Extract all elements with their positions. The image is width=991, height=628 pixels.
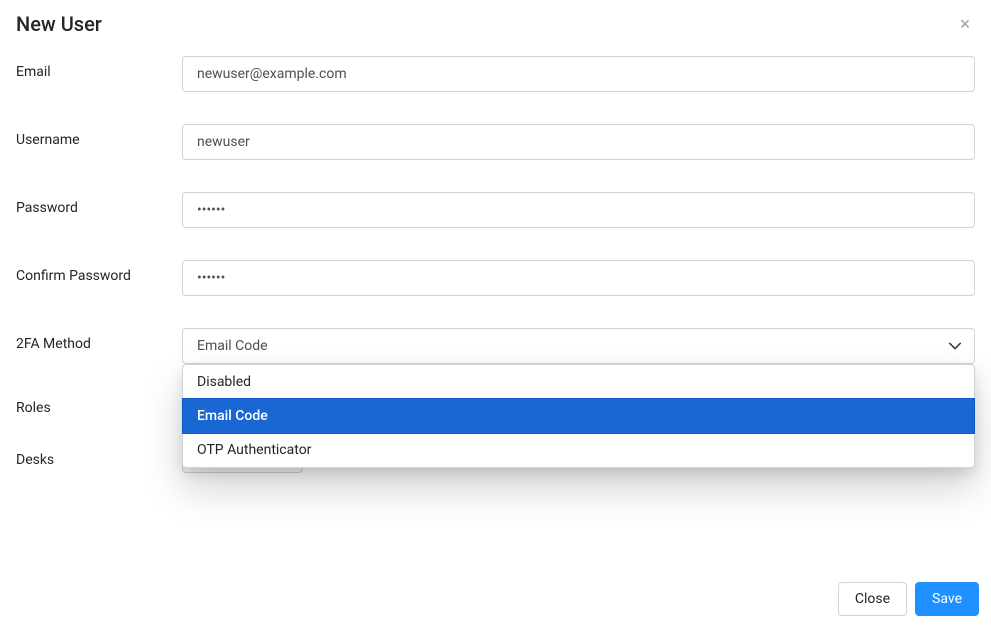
twofa-select-display[interactable]: Email Code — [182, 328, 975, 364]
twofa-selected-value: Email Code — [197, 338, 268, 354]
password-field[interactable] — [182, 192, 975, 228]
twofa-option-otp-authenticator[interactable]: OTP Authenticator — [183, 433, 974, 467]
twofa-dropdown: Disabled Email Code OTP Authenticator — [182, 364, 975, 468]
modal-body: Email Username Password Confirm Password… — [16, 56, 975, 473]
form-row-password: Password — [16, 192, 975, 228]
confirm-password-label: Confirm Password — [16, 260, 182, 284]
email-label: Email — [16, 56, 182, 80]
twofa-option-disabled[interactable]: Disabled — [183, 365, 974, 399]
chevron-down-icon — [948, 339, 962, 353]
desks-label: Desks — [16, 444, 182, 468]
password-label: Password — [16, 192, 182, 216]
form-row-confirm-password: Confirm Password — [16, 260, 975, 296]
save-button[interactable]: Save — [915, 582, 979, 616]
modal-title: New User — [16, 12, 102, 36]
roles-label: Roles — [16, 392, 182, 416]
twofa-select[interactable]: Email Code Disabled Email Code OTP Authe… — [182, 328, 975, 364]
form-row-email: Email — [16, 56, 975, 92]
confirm-password-field[interactable] — [182, 260, 975, 296]
form-row-twofa: 2FA Method Email Code Disabled Email Cod… — [16, 328, 975, 364]
twofa-label: 2FA Method — [16, 328, 182, 352]
twofa-option-email-code[interactable]: Email Code — [182, 398, 975, 434]
email-field[interactable] — [182, 56, 975, 92]
close-icon[interactable]: × — [955, 14, 975, 34]
modal-header: New User × — [16, 12, 975, 36]
modal-footer: Close Save — [838, 582, 979, 616]
username-label: Username — [16, 124, 182, 148]
new-user-modal: New User × Email Username Password Confi… — [0, 0, 991, 517]
username-field[interactable] — [182, 124, 975, 160]
form-row-username: Username — [16, 124, 975, 160]
close-button[interactable]: Close — [838, 582, 907, 616]
